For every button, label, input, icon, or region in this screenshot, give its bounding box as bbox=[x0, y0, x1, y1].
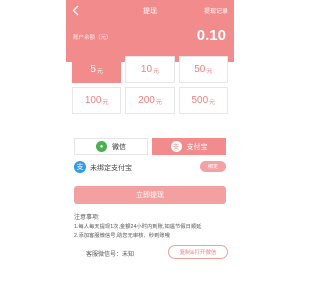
amount-option-500[interactable]: 500 元 bbox=[178, 87, 228, 114]
amount-value: 10 bbox=[140, 64, 153, 75]
withdraw-submit-button[interactable]: 立即提现 bbox=[74, 186, 226, 204]
notice-line: 2.添加客服微信号,助您无审核、秒到账哦 bbox=[74, 233, 170, 239]
amount-unit: 元 bbox=[209, 100, 216, 106]
notice-title: 注意事项: bbox=[74, 215, 100, 221]
bind-button[interactable]: 绑定 bbox=[200, 161, 226, 172]
alipay-icon: 支 bbox=[170, 141, 182, 152]
wechat-pay-option[interactable]: ● 微信 bbox=[74, 138, 148, 155]
amount-option-50[interactable]: 50 元 bbox=[178, 56, 228, 83]
wechat-icon: ● bbox=[96, 141, 107, 152]
amount-option-5[interactable]: 5元 bbox=[72, 56, 122, 83]
amount-option-10[interactable]: 10 元 bbox=[125, 56, 175, 83]
alipay-icon: 支 bbox=[74, 161, 86, 173]
withdraw-records-link[interactable]: 提现记录 bbox=[204, 6, 228, 15]
balance-label: 账户余额（元） bbox=[73, 35, 112, 41]
service-wechat-label: 客服微信号：未知 bbox=[86, 252, 135, 258]
amount-unit: 元 bbox=[96, 69, 103, 75]
notice-line: 1.每人每天提现1次,金额24小时内到账,如遇节假日顺延 bbox=[74, 224, 202, 230]
wechat-label: 微信 bbox=[112, 143, 126, 151]
amount-unit: 元 bbox=[153, 69, 160, 75]
alipay-option[interactable]: 支 支付宝 bbox=[152, 138, 226, 155]
copy-open-wechat-button[interactable]: 复制&打开微信 bbox=[168, 245, 228, 259]
amount-value: 100 bbox=[84, 95, 102, 106]
bind-status-text: 未绑定支付宝 bbox=[90, 165, 132, 172]
amount-value: 5 bbox=[90, 64, 96, 75]
amount-option-100[interactable]: 100 元 bbox=[72, 87, 122, 114]
amount-value: 200 bbox=[138, 95, 155, 106]
amount-unit: 元 bbox=[102, 100, 109, 106]
withdraw-screen: 提现 提现记录 账户余额（元） 0.10 5元 10 元 50 元 100 元 200… bbox=[66, 0, 234, 300]
amount-unit: 元 bbox=[155, 100, 162, 106]
amount-grid: 5元 10 元 50 元 100 元 200 元 500 元 bbox=[72, 56, 228, 114]
amount-value: 50 bbox=[194, 64, 206, 75]
header: 提现 提现记录 账户余额（元） 0.10 bbox=[66, 0, 234, 62]
balance-value: 0.10 bbox=[196, 27, 226, 44]
alipay-label: 支付宝 bbox=[186, 143, 208, 151]
payment-method-selector: ● 微信 支 支付宝 bbox=[74, 138, 226, 155]
alipay-bind-row: 支 未绑定支付宝 绑定 bbox=[74, 161, 226, 175]
amount-value: 500 bbox=[191, 95, 209, 106]
amount-unit: 元 bbox=[206, 69, 213, 75]
amount-option-200[interactable]: 200 元 bbox=[125, 87, 175, 114]
